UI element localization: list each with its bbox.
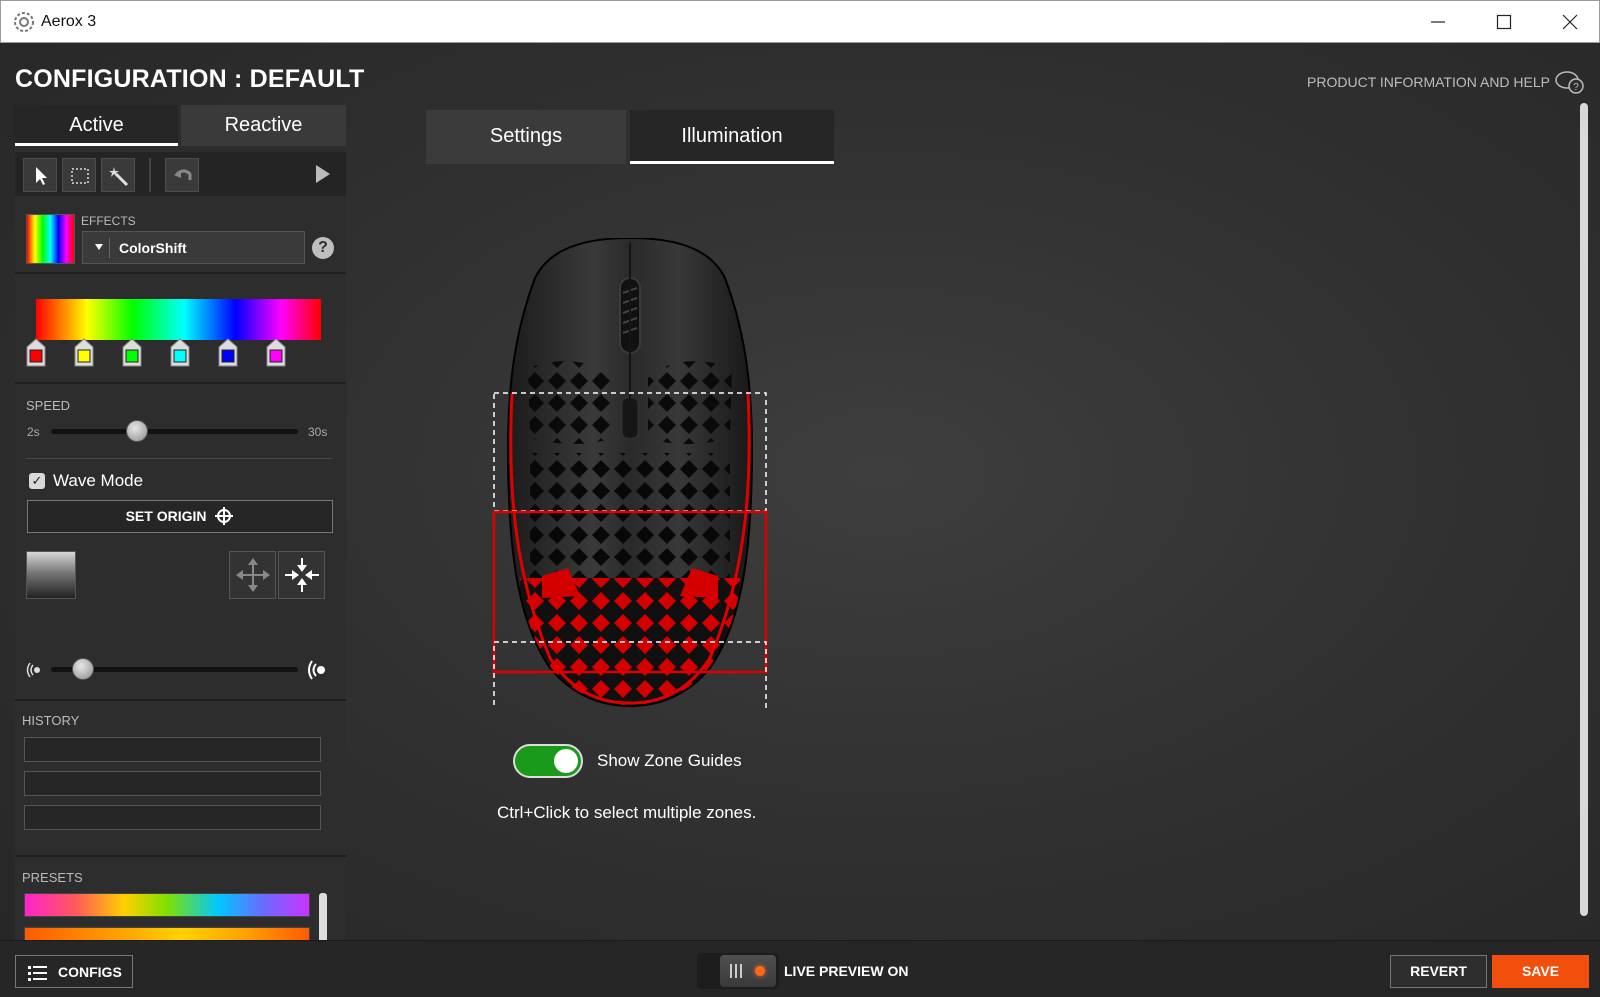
effect-color-swatch[interactable] <box>26 214 75 264</box>
effect-selected-value: ColorShift <box>119 240 187 256</box>
list-icon <box>28 966 47 981</box>
grip-line <box>735 964 737 978</box>
tab-settings[interactable]: Settings <box>426 110 626 164</box>
illumination-sidebar: Active Reactive EFFECTS ColorShift ? SPE… <box>15 105 346 981</box>
minimize-button[interactable] <box>1415 1 1461 43</box>
toggle-knob <box>554 749 578 773</box>
speed-slider-thumb[interactable] <box>126 420 149 442</box>
speed-slider-track[interactable] <box>51 429 298 434</box>
chevron-down-icon <box>95 244 103 250</box>
main-scrollbar[interactable] <box>1580 103 1588 916</box>
cursor-arrow-icon <box>36 167 47 185</box>
bottom-bar: CONFIGS LIVE PREVIEW ON REVERT SAVE <box>0 940 1600 997</box>
minimize-icon <box>1431 21 1445 23</box>
multi-select-hint: Ctrl+Click to select multiple zones. <box>497 803 757 822</box>
selection-toolbar <box>15 152 346 196</box>
mouse-zone-preview <box>492 238 768 708</box>
gradient-stop-marker[interactable] <box>26 338 46 367</box>
wave-gradient-swatch[interactable] <box>26 551 76 599</box>
section-divider <box>15 699 346 701</box>
wave-width-small-icon <box>26 662 40 678</box>
speed-max-label: 30s <box>308 425 328 439</box>
steelseries-gear-icon <box>14 12 34 32</box>
history-slot[interactable] <box>24 737 321 762</box>
arrows-inward-icon <box>285 558 319 592</box>
magic-wand-icon <box>109 167 129 187</box>
main-area: CONFIGURATION : DEFAULT PRODUCT INFORMAT… <box>0 43 1600 997</box>
configs-button[interactable]: CONFIGS <box>15 955 133 988</box>
live-preview-label: LIVE PREVIEW ON <box>784 963 909 979</box>
effect-dropdown[interactable]: ColorShift <box>82 231 305 264</box>
window-title: Aerox 3 <box>41 13 97 30</box>
wave-width-large-icon <box>308 660 325 680</box>
window-titlebar: Aerox 3 <box>0 0 1600 43</box>
marquee-select-icon <box>71 168 89 184</box>
undo-icon <box>174 169 192 180</box>
mouse-body <box>506 238 754 708</box>
presets-label: PRESETS <box>22 870 83 885</box>
zone-guides-label: Show Zone Guides <box>597 751 742 770</box>
effect-mode-tabs: Active Reactive <box>15 105 346 146</box>
grip-line <box>730 964 732 978</box>
live-preview-toggle[interactable] <box>697 953 779 989</box>
gradient-stop-marker[interactable] <box>74 338 94 367</box>
close-icon <box>1562 14 1578 30</box>
tab-active[interactable]: Active <box>15 105 178 146</box>
preset-swatch[interactable] <box>24 893 310 917</box>
tab-illumination[interactable]: Illumination <box>630 110 834 164</box>
maximize-button[interactable] <box>1481 1 1527 43</box>
wave-outward-button[interactable] <box>229 551 276 599</box>
revert-button[interactable]: REVERT <box>1390 955 1487 988</box>
help-chat-icon[interactable]: ? <box>1554 68 1586 96</box>
effect-help-icon[interactable]: ? <box>312 237 334 259</box>
page-title: CONFIGURATION : DEFAULT <box>15 65 365 93</box>
tab-reactive[interactable]: Reactive <box>181 105 346 146</box>
effects-label: EFFECTS <box>81 214 136 228</box>
wave-mode-label: Wave Mode <box>53 471 144 490</box>
wave-width-slider-thumb[interactable] <box>72 658 95 680</box>
toolbar-divider <box>149 158 151 192</box>
history-slot[interactable] <box>24 805 321 830</box>
grip-line <box>740 964 742 978</box>
save-button[interactable]: SAVE <box>1492 955 1589 988</box>
effects-row: EFFECTS ColorShift ? <box>15 201 346 274</box>
speed-min-label: 2s <box>27 425 40 439</box>
gradient-stop-marker[interactable] <box>266 338 286 367</box>
wave-inward-button[interactable] <box>278 551 325 599</box>
magic-select-button[interactable] <box>101 158 135 192</box>
zone-guides-toggle[interactable] <box>513 744 583 778</box>
arrows-outward-icon <box>236 558 270 592</box>
live-indicator-led <box>755 966 765 976</box>
gradient-stop-marker[interactable] <box>218 338 238 367</box>
pointer-tool-button[interactable] <box>23 158 57 192</box>
history-label: HISTORY <box>22 713 80 728</box>
set-origin-button[interactable]: SET ORIGIN <box>27 500 333 533</box>
dropdown-divider <box>109 238 110 258</box>
live-preview-knob <box>720 955 776 987</box>
gradient-stop-marker[interactable] <box>122 338 142 367</box>
wave-mode-checkbox[interactable]: ✓ <box>29 473 45 489</box>
configs-label: CONFIGS <box>58 964 122 980</box>
color-gradient-editor <box>15 276 346 384</box>
section-divider <box>26 458 332 459</box>
play-preview-icon[interactable] <box>314 163 332 185</box>
svg-text:?: ? <box>1573 82 1579 93</box>
close-button[interactable] <box>1547 1 1593 43</box>
set-origin-label: SET ORIGIN <box>125 508 207 524</box>
maximize-icon <box>1496 14 1512 30</box>
product-help-link[interactable]: PRODUCT INFORMATION AND HELP <box>1307 74 1550 90</box>
undo-button[interactable] <box>165 158 199 192</box>
section-divider <box>15 855 346 857</box>
history-slot[interactable] <box>24 771 321 796</box>
marquee-select-button[interactable] <box>62 158 96 192</box>
gradient-bar[interactable] <box>36 299 321 340</box>
speed-label: SPEED <box>26 398 71 413</box>
crosshair-icon <box>215 507 234 525</box>
gradient-stop-marker[interactable] <box>170 338 190 367</box>
